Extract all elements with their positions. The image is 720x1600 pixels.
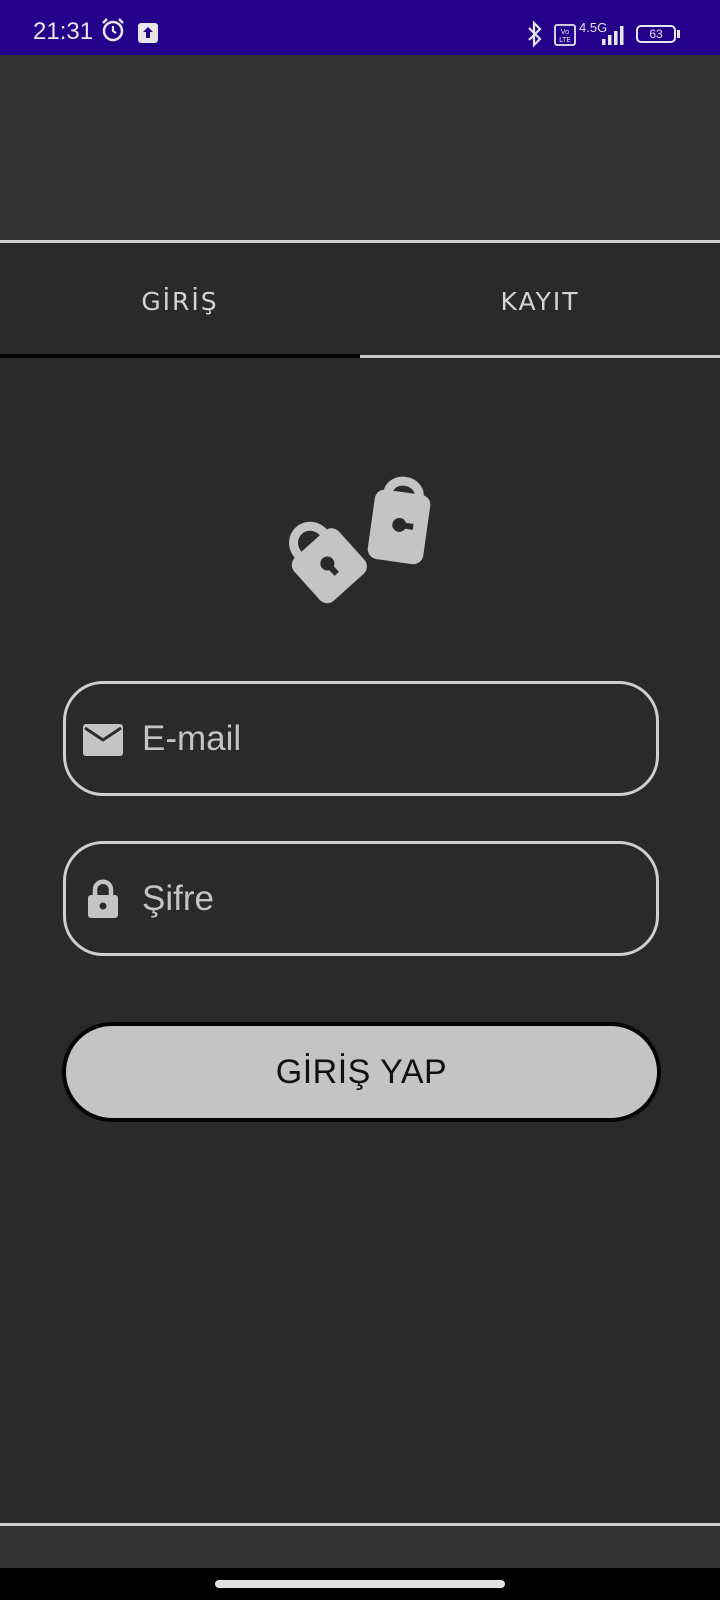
padlocks-icon (289, 476, 431, 604)
login-button[interactable]: GİRİŞ YAP (62, 1022, 661, 1122)
navigation-bar (0, 1568, 720, 1600)
lock-icon (88, 879, 118, 918)
tab-register[interactable]: KAYIT (360, 243, 720, 358)
signal-icon (602, 26, 624, 45)
battery-tip (677, 30, 680, 38)
battery-icon: 63 (636, 25, 676, 43)
svg-text:Vo: Vo (561, 28, 570, 36)
login-button-label: GİRİŞ YAP (275, 1053, 448, 1091)
password-field[interactable] (63, 841, 659, 956)
password-input[interactable] (142, 844, 632, 953)
battery-level: 63 (649, 27, 663, 41)
mail-icon (83, 724, 123, 756)
home-gesture-handle[interactable] (215, 1580, 505, 1588)
alarm-icon (102, 18, 124, 42)
tab-login-label: GİRİŞ (141, 287, 219, 316)
svg-text:LTE: LTE (559, 36, 571, 44)
bluetooth-icon (528, 20, 542, 48)
status-time: 21:31 (33, 18, 94, 45)
email-input[interactable] (142, 684, 632, 793)
email-field[interactable] (63, 681, 659, 796)
status-bar: 21:31 Vo LTE 4.5G 63 (0, 0, 720, 55)
bottom-bar (0, 1523, 720, 1571)
upload-icon (138, 23, 158, 43)
tab-register-label: KAYIT (500, 287, 580, 316)
app-bar (0, 55, 720, 243)
volte-icon: Vo LTE (554, 24, 576, 46)
tab-login[interactable]: GİRİŞ (0, 243, 360, 358)
